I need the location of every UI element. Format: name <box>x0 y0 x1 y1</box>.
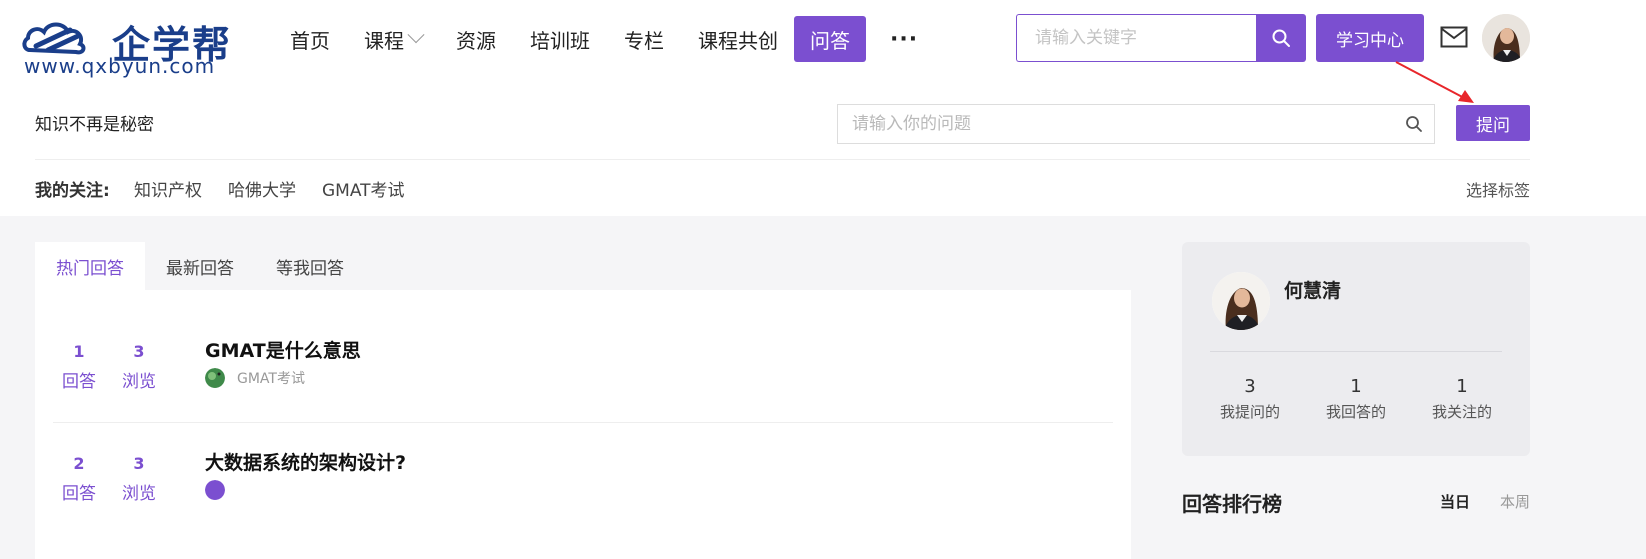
question-title[interactable]: 大数据系统的架构设计? <box>205 448 406 475</box>
nav-training-label: 培训班 <box>530 28 590 53</box>
slogan-text: 知识不再是秘密 <box>35 115 154 135</box>
nav-columns[interactable]: 专栏 <box>624 16 664 62</box>
answer-tabs: 热门回答 最新回答 等我回答 <box>35 242 1131 290</box>
answer-count-label: 回答 <box>62 484 96 504</box>
divider <box>35 159 1530 160</box>
question-row: 1 回答 3 浏览 GMAT是什么意思 GMAT考试 <box>53 290 1113 402</box>
nav-co-create-label: 课程共创 <box>698 28 778 53</box>
tab-hot-answers[interactable]: 热门回答 <box>35 242 145 290</box>
nav-training[interactable]: 培训班 <box>530 16 590 62</box>
view-count: 3 浏览 <box>117 342 161 392</box>
view-count-number: 3 <box>133 454 145 473</box>
tab-awaiting-answers[interactable]: 等我回答 <box>255 242 365 290</box>
nav-qa-label: 问答 <box>810 28 850 53</box>
stat-count: 3 <box>1244 376 1256 397</box>
user-photo-icon <box>1482 14 1530 62</box>
divider <box>1210 351 1502 352</box>
stat-count: 1 <box>1350 376 1362 397</box>
answer-count-label: 回答 <box>62 372 96 392</box>
keyword-search-input[interactable] <box>1016 14 1256 62</box>
profile-name: 何慧清 <box>1284 280 1342 302</box>
ranking-tab-today[interactable]: 当日 <box>1440 491 1470 512</box>
nav-more-button[interactable]: ··· <box>890 16 918 62</box>
profile-card: 何慧清 3 我提问的 1 我回答的 1 我关注的 <box>1182 242 1530 456</box>
nav-columns-label: 专栏 <box>624 28 664 53</box>
logo-url-text: www.qxbyun.com <box>24 54 216 78</box>
user-avatar[interactable] <box>1482 14 1530 62</box>
ranking-tab-week[interactable]: 本周 <box>1500 491 1530 512</box>
tag-avatar-icon <box>205 480 225 500</box>
answer-count: 2 回答 <box>57 454 101 504</box>
ranking-title: 回答排行榜 <box>1182 492 1282 516</box>
my-answers-stat[interactable]: 1 我回答的 <box>1306 376 1406 422</box>
followed-tag[interactable]: GMAT考试 <box>322 176 405 201</box>
ask-question-button[interactable]: 提问 <box>1456 105 1530 141</box>
followed-tag[interactable]: 哈佛大学 <box>228 176 296 201</box>
user-photo-icon <box>1212 272 1270 330</box>
profile-stats: 3 我提问的 1 我回答的 1 我关注的 <box>1200 376 1512 422</box>
keyword-search <box>1016 14 1306 62</box>
choose-tags-link[interactable]: 选择标签 <box>1466 177 1530 201</box>
stat-label: 我关注的 <box>1431 403 1492 421</box>
nav-home-label: 首页 <box>290 28 330 53</box>
keyword-search-button[interactable] <box>1256 14 1306 62</box>
question-search-input[interactable] <box>838 105 1394 143</box>
followed-tags: 知识产权 哈佛大学 GMAT考试 <box>134 176 431 201</box>
nav-resources[interactable]: 资源 <box>456 16 496 62</box>
nav-resources-label: 资源 <box>456 28 496 53</box>
answer-count-number: 1 <box>73 342 85 361</box>
question-tag[interactable]: GMAT考试 <box>205 368 305 388</box>
site-logo[interactable]: 企学帮 www.qxbyun.com <box>22 14 262 78</box>
view-count-label: 浏览 <box>122 484 156 504</box>
question-title[interactable]: GMAT是什么意思 <box>205 336 361 363</box>
stat-count: 1 <box>1456 376 1468 397</box>
nav-home[interactable]: 首页 <box>290 16 330 62</box>
tag-avatar-icon <box>205 368 225 388</box>
stat-label: 我回答的 <box>1325 403 1386 421</box>
profile-avatar[interactable] <box>1212 272 1270 330</box>
cloud-logo-icon <box>22 22 86 55</box>
answer-count-number: 2 <box>73 454 85 473</box>
learning-center-button[interactable]: 学习中心 <box>1316 14 1424 62</box>
my-follows-label: 我的关注: <box>35 181 110 201</box>
search-icon <box>1406 116 1422 132</box>
view-count: 3 浏览 <box>117 454 161 504</box>
answer-count: 1 回答 <box>57 342 101 392</box>
my-follows-stat[interactable]: 1 我关注的 <box>1412 376 1512 422</box>
nav-co-create[interactable]: 课程共创 <box>698 16 778 62</box>
view-count-number: 3 <box>133 342 145 361</box>
question-search <box>837 104 1435 144</box>
top-navigation-bar: 企学帮 www.qxbyun.com 首页 课程 资源 培训班 专栏 课程共创 … <box>0 0 1646 84</box>
qa-header: 知识不再是秘密 提问 我的关注: 知识产权 哈佛大学 GMAT考试 选择标签 <box>0 84 1646 216</box>
nav-courses[interactable]: 课程 <box>364 16 425 62</box>
view-count-label: 浏览 <box>122 372 156 392</box>
nav-courses-label: 课程 <box>364 28 404 53</box>
mail-icon[interactable] <box>1440 26 1468 48</box>
question-list-panel: 热门回答 最新回答 等我回答 1 回答 3 浏览 GMAT是什么意思 GMAT考… <box>35 242 1131 559</box>
followed-tag[interactable]: 知识产权 <box>134 176 202 201</box>
main-nav: 首页 课程 资源 培训班 专栏 课程共创 问答 ··· <box>290 16 952 62</box>
question-row: 2 回答 3 浏览 大数据系统的架构设计? <box>53 402 1113 514</box>
question-tag-label: GMAT考试 <box>237 371 305 387</box>
search-icon <box>1272 29 1290 47</box>
question-tag[interactable] <box>205 480 225 500</box>
nav-qa[interactable]: 问答 <box>794 16 866 62</box>
my-questions-stat[interactable]: 3 我提问的 <box>1200 376 1300 422</box>
stat-label: 我提问的 <box>1219 403 1280 421</box>
chevron-down-icon <box>407 26 425 44</box>
question-search-button[interactable] <box>1394 105 1434 143</box>
tab-latest-answers[interactable]: 最新回答 <box>145 242 255 290</box>
